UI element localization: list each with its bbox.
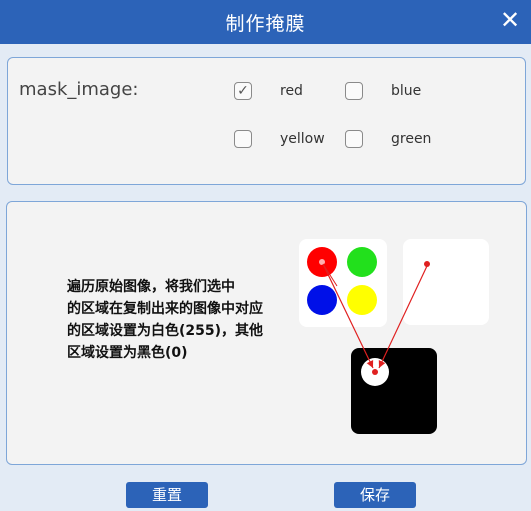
close-icon[interactable]: ✕ — [495, 6, 525, 36]
title-bar: 制作掩膜 ✕ — [0, 0, 531, 44]
mask-options-panel: mask_image: ✓ red blue yellow green — [7, 57, 526, 185]
checkbox-blue[interactable] — [345, 82, 363, 100]
copy-image — [403, 239, 489, 325]
mask-diagram — [299, 239, 489, 434]
mask-preview-panel: 遍历原始图像，将我们选中 的区域在复制出来的图像中对应 的区域设置为白色(255… — [6, 201, 527, 465]
reset-button[interactable]: 重置 — [126, 482, 208, 508]
mask-point-marker — [372, 369, 378, 375]
option-red-label: red — [280, 83, 303, 99]
mask-result-image — [351, 348, 437, 434]
save-button[interactable]: 保存 — [334, 482, 416, 508]
checkbox-red[interactable]: ✓ — [234, 82, 252, 100]
checkbox-yellow[interactable] — [234, 130, 252, 148]
checkmark-icon: ✓ — [237, 83, 249, 99]
selected-point-marker — [319, 259, 325, 265]
mask-dialog: 制作掩膜 ✕ mask_image: ✓ red blue yellow gre… — [0, 0, 531, 511]
checkbox-green[interactable] — [345, 130, 363, 148]
option-yellow-label: yellow — [280, 131, 325, 147]
option-green-label: green — [391, 131, 432, 147]
dot-green — [347, 247, 377, 277]
mask-image-label: mask_image: — [19, 79, 139, 100]
dot-yellow — [347, 285, 377, 315]
option-blue-label: blue — [391, 83, 422, 99]
dot-blue — [307, 285, 337, 315]
dialog-title: 制作掩膜 — [225, 13, 306, 35]
